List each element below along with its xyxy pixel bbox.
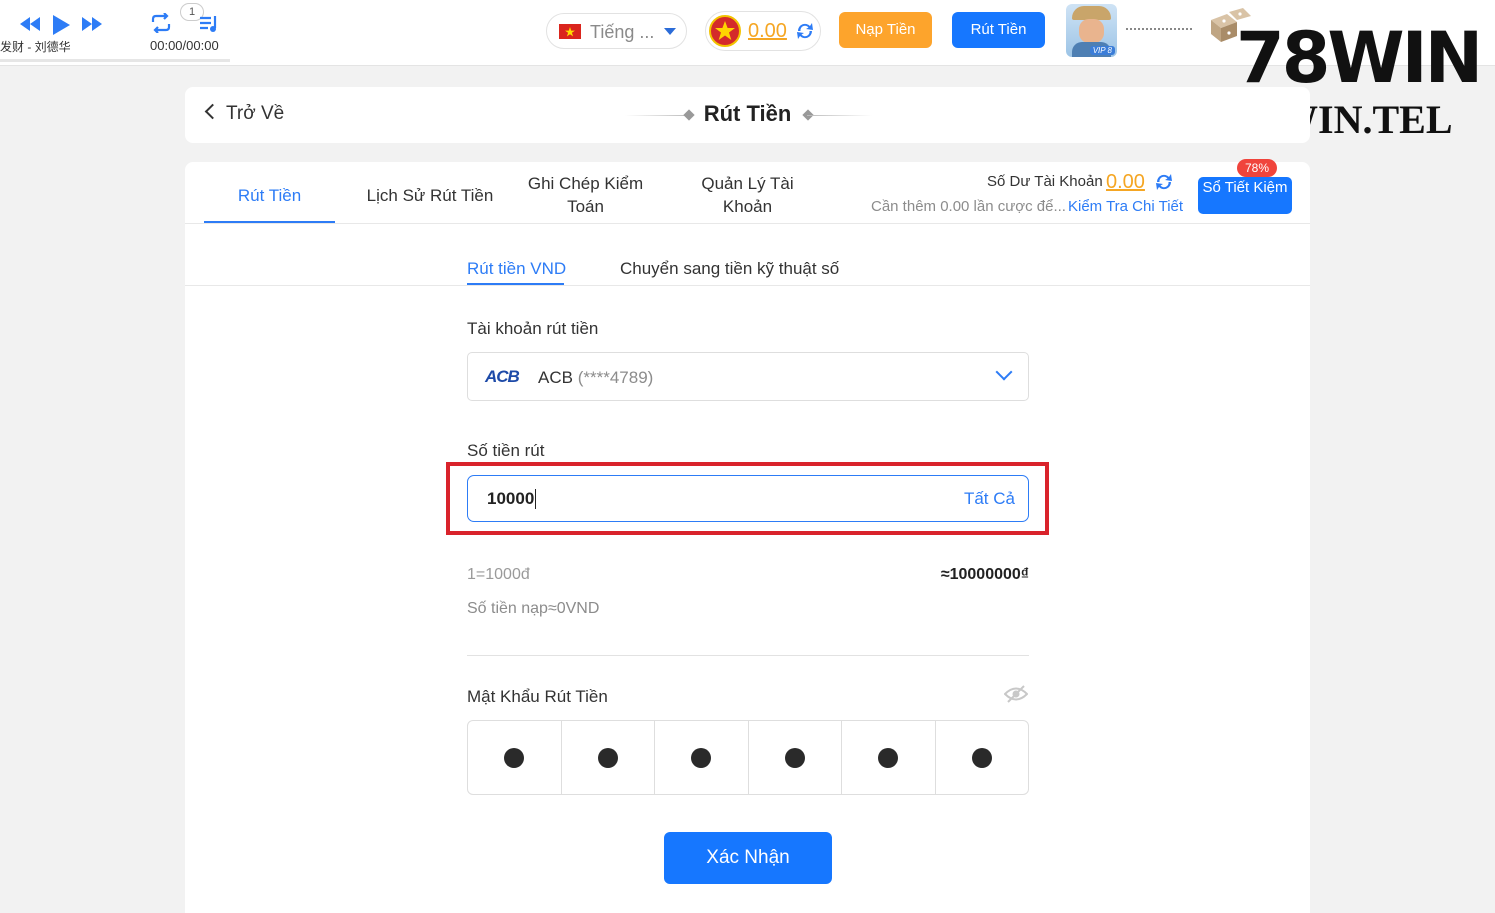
bank-account-select[interactable]: ACB ACB (****4789): [467, 352, 1029, 401]
pin-dot: [597, 747, 618, 768]
star-coin-icon: [709, 15, 741, 47]
check-details-link[interactable]: Kiểm Tra Chi Tiết: [1068, 198, 1183, 215]
password-pin-input[interactable]: [467, 720, 1029, 795]
play-icon[interactable]: [51, 14, 71, 41]
amount-input-value: 10000: [487, 489, 537, 509]
tab-bar: Rút Tiền Lịch Sử Rút Tiền Ghi Chép Kiểm …: [185, 159, 1310, 224]
account-balance-amount: 0.00: [1106, 171, 1145, 193]
bank-account-number: (****4789): [577, 368, 654, 387]
withdraw-method-tabs: Rút tiền VND Chuyển sang tiền kỹ thuật s…: [185, 224, 1310, 286]
withdraw-password-label: Mật Khẩu Rút Tiền: [467, 687, 608, 706]
page-title: Rút Tiền: [703, 101, 792, 126]
tab-audit-records[interactable]: Ghi Chép Kiểm Toán: [523, 172, 648, 218]
bank-name: ACB: [538, 368, 573, 387]
pin-dot: [784, 747, 805, 768]
pin-digit[interactable]: [842, 721, 936, 794]
amount-input[interactable]: 10000 Tất Cả: [467, 475, 1029, 522]
username-masked: [1126, 28, 1192, 30]
pin-digit[interactable]: [655, 721, 749, 794]
fast-forward-icon[interactable]: [82, 17, 102, 36]
pin-dot: [971, 747, 992, 768]
tab-withdraw-history[interactable]: Lịch Sử Rút Tiền: [355, 184, 505, 207]
playlist-icon[interactable]: [199, 14, 221, 39]
vip-badge: VIP 8: [1089, 46, 1115, 55]
active-subtab-indicator: [467, 283, 564, 285]
pin-dot: [878, 747, 899, 768]
withdraw-account-label: Tài khoản rút tiền: [467, 319, 599, 338]
pin-digit[interactable]: [562, 721, 655, 794]
tab-withdraw[interactable]: Rút Tiền: [204, 184, 335, 207]
savings-rate-badge: 78%: [1237, 159, 1277, 177]
amount-label: Số tiền rút: [467, 441, 545, 460]
acb-logo-icon: ACB: [485, 367, 520, 386]
language-selector[interactable]: Tiếng ...: [546, 13, 687, 49]
deposit-note: Số tiền nạp≈0VND: [467, 600, 600, 617]
refresh-balance-icon[interactable]: [1153, 171, 1175, 198]
pin-digit[interactable]: [468, 721, 562, 794]
page-header: Trở Về Rút Tiền: [185, 87, 1310, 143]
savings-book-button[interactable]: Sổ Tiết Kiệm: [1198, 177, 1292, 214]
avatar[interactable]: VIP 8: [1066, 4, 1117, 57]
coin-amount: 0.00: [748, 20, 787, 42]
exchange-rate: 1=1000đ: [467, 566, 530, 583]
song-title: 发财 - 刘德华: [0, 40, 71, 54]
pin-digit[interactable]: [749, 721, 842, 794]
logo-wordmark: 78WIN: [1236, 17, 1483, 99]
wager-requirement-note: Cần thêm 0.00 lần cược để...: [871, 198, 1066, 215]
account-balance-label: Số Dư Tài Khoản: [987, 173, 1103, 190]
divider: [467, 655, 1029, 656]
subtab-withdraw-vnd[interactable]: Rút tiền VND: [467, 259, 566, 279]
pin-dot: [504, 747, 525, 768]
repeat-icon[interactable]: [150, 12, 172, 38]
chevron-down-icon: [995, 363, 1013, 381]
withdraw-button[interactable]: Rút Tiền: [952, 12, 1045, 48]
pin-dot: [691, 747, 712, 768]
music-player: 1 发财 - 刘德华 00:00/00:00: [0, 0, 230, 62]
subtab-crypto[interactable]: Chuyển sang tiền kỹ thuật số: [620, 259, 839, 279]
active-tab-indicator: [204, 221, 335, 223]
playback-time: 00:00/00:00: [150, 38, 219, 53]
language-label: Tiếng ...: [590, 22, 655, 42]
eye-off-icon[interactable]: [1003, 685, 1029, 708]
avatar-face: [1079, 19, 1104, 43]
withdraw-panel: Rút Tiền Lịch Sử Rút Tiền Ghi Chép Kiểm …: [185, 159, 1310, 913]
tab-account-management[interactable]: Quản Lý Tài Khoản: [685, 172, 810, 218]
pin-digit[interactable]: [936, 721, 1029, 794]
confirm-button[interactable]: Xác Nhận: [664, 832, 832, 884]
coin-balance: 0.00: [705, 11, 821, 51]
deposit-button[interactable]: Nạp Tiền: [839, 12, 932, 48]
withdraw-all-button[interactable]: Tất Cả: [964, 489, 1015, 509]
caret-down-icon: [664, 28, 676, 35]
rewind-icon[interactable]: [20, 17, 40, 36]
refresh-icon[interactable]: [794, 20, 816, 47]
bank-account-value: ACB (****4789): [538, 368, 653, 388]
title-decoration-right: [807, 115, 872, 116]
approx-amount: ≈10000000₫: [940, 566, 1029, 583]
vietnam-flag-icon: [559, 24, 581, 39]
avatar-hat: [1072, 6, 1111, 20]
